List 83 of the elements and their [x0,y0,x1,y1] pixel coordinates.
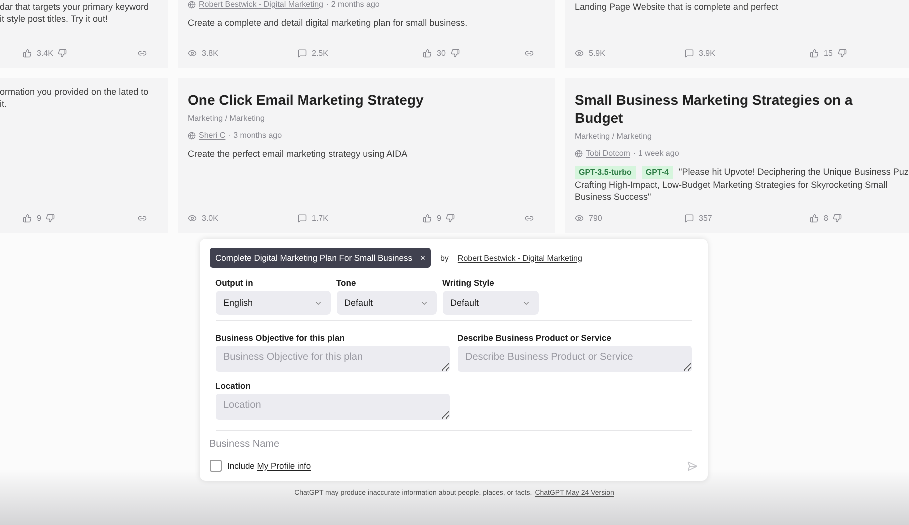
views-count: 3.0K [188,214,298,223]
model-tag: GPT-3.5-turbo [575,166,636,179]
card-description: Landing Page Website that is complete and perfect [575,1,780,13]
link-icon[interactable] [525,214,534,223]
model-tag: GPT-4 [642,166,674,179]
globe-icon [188,132,196,140]
globe-icon [188,0,196,8]
prompt-card[interactable]: ormation you provided on the lated to it. 9 [0,78,168,233]
link-icon[interactable] [138,214,147,223]
message-input[interactable]: Business Name [210,439,510,450]
likes-count: 30 [437,49,446,58]
card-description: ormation you provided on the lated to it. [0,86,150,110]
prompt-card[interactable] [565,78,909,233]
close-icon[interactable]: × [420,253,426,263]
text-area-field[interactable]: Describe Business Product or Service [458,346,692,372]
thumbs-down-icon[interactable] [450,49,460,58]
thumbs-up-icon[interactable] [810,214,819,223]
card-description: Create a complete and detail digital marketing plan for small business. [188,17,469,29]
thumbs-down-icon[interactable] [833,214,842,223]
prompt-card[interactable]: One Click Email Marketing Strategy Marketing / Marketing Sheri C · 3 months ago Create the perfect email marketing strategy using AIDA 3.0K 1.7K 9 [178,78,555,233]
views-count: 5.9K [575,49,685,58]
select-label: Writing Style [442,278,496,288]
card-category: Marketing / Marketing [188,114,266,123]
thumbs-down-icon[interactable] [58,49,68,58]
post-time: · 1 week ago [633,149,680,158]
comments-count: 3.9K [685,49,810,58]
card-description: dar that targets your primary keyword it style post titles. Try it out! [0,1,150,25]
thumbs-down-icon[interactable] [838,49,847,58]
prompt-chip[interactable]: Complete Digital Marketing Plan For Small Business × [210,248,432,268]
dropdown-select[interactable]: Default [336,291,436,315]
link-icon[interactable] [525,49,534,58]
thumbs-down-icon[interactable] [46,214,56,223]
likes-count: 8 [824,214,828,223]
comment-icon [685,214,694,223]
views-count: 3.8K [188,49,298,58]
select-label: Output in [216,278,254,288]
field-label: Describe Business Product or Service [458,333,613,343]
thumbs-up-icon[interactable] [23,49,32,58]
post-time: · 3 months ago [228,131,282,140]
field-label: Location [216,381,252,391]
likes-count: 15 [824,49,833,58]
select-label: Tone [336,278,358,288]
profile-link[interactable]: My Profile info [257,461,312,471]
card-description: Create the perfect email marketing strategy using AIDA [188,148,409,160]
thumbs-down-icon[interactable] [446,214,456,223]
card-title: One Click Email Marketing Strategy [188,91,425,109]
prompt-card[interactable]: dar that targets your primary keyword it style post titles. Try it out! 3.4K [0,0,168,68]
link-icon[interactable] [138,49,147,58]
thumbs-up-icon[interactable] [423,49,432,58]
eye-icon [188,49,197,58]
comments-count: 2.5K [298,49,423,58]
card-category: Marketing / Marketing [575,132,653,141]
text-area-field[interactable]: Business Objective for this plan [216,346,450,372]
eye-icon [575,49,584,58]
likes-count: 9 [37,214,42,223]
comment-icon [298,49,307,58]
comment-icon [298,214,307,223]
prompt-card[interactable]: Landing Page Website that is complete and perfect 5.9K 3.9K 15 [565,0,909,68]
card-title: Small Business Marketing Strategies on a Budget [575,91,854,127]
dropdown-select[interactable]: Default [442,291,538,315]
comments-count: 1.7K [298,214,423,223]
comments-count: 357 [685,214,810,223]
field-label: Business Objective for this plan [216,333,346,343]
prompt-card[interactable]: Robert Bestwick - Digital Marketing · 2 months ago Create a complete and detail digital marketing plan for small business. 3.8K 2.5K 30 [178,0,555,68]
thumbs-up-icon[interactable] [810,49,819,58]
likes-count: 3.4K [37,49,54,58]
thumbs-up-icon[interactable] [23,214,32,223]
author-link[interactable]: Robert Bestwick - Digital Marketing [458,254,582,262]
by-label: by [440,254,449,262]
comment-icon [685,49,694,58]
text-area-field[interactable]: Location [216,394,450,420]
globe-icon [575,150,583,158]
card-description: GPT-3.5-turbo GPT-4 "Please hit Upvote! Deciphering the Unique Business Puz Crafting High-Impact, Low-Budget Marketing Strategies for Skyrocketing Small Business Success" [575,166,909,203]
checkbox[interactable] [210,460,222,472]
likes-count: 9 [437,214,442,223]
eye-icon [575,214,584,223]
send-icon[interactable] [686,460,698,472]
post-time: · 2 months ago [326,0,380,9]
thumbs-up-icon[interactable] [423,214,432,223]
eye-icon [188,214,197,223]
views-count: 790 [575,214,685,223]
include-label: Include My Profile info [228,461,312,471]
dropdown-select[interactable]: English [216,291,330,315]
